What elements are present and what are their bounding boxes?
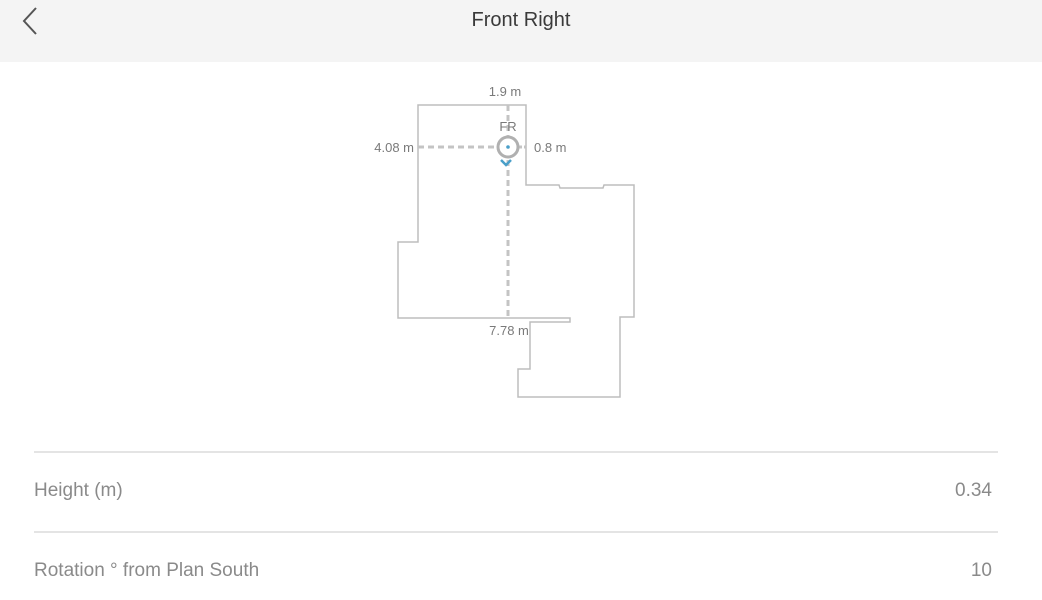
height-value: 0.34 bbox=[955, 480, 992, 501]
divider bbox=[34, 531, 998, 533]
floor-plan: 1.9 m FR 4.08 m 0.8 m 7.78 m bbox=[0, 62, 1042, 442]
distance-right-label: 0.8 m bbox=[534, 140, 567, 155]
page-title: Front Right bbox=[471, 9, 571, 31]
rotation-label: Rotation ° from Plan South bbox=[34, 560, 260, 581]
distance-top-label: 1.9 m bbox=[489, 84, 522, 99]
header-bar: Front Right bbox=[0, 0, 1042, 62]
height-row[interactable]: Height (m) 0.34 bbox=[34, 468, 992, 518]
divider bbox=[34, 451, 998, 453]
rotation-value: 10 bbox=[970, 560, 992, 581]
rotation-row[interactable]: Rotation ° from Plan South 10 bbox=[34, 548, 992, 598]
distance-left-label: 4.08 m bbox=[374, 140, 414, 155]
height-label: Height (m) bbox=[34, 480, 123, 501]
speaker-label: FR bbox=[499, 119, 516, 134]
distance-bottom-label: 7.78 m bbox=[489, 323, 529, 338]
